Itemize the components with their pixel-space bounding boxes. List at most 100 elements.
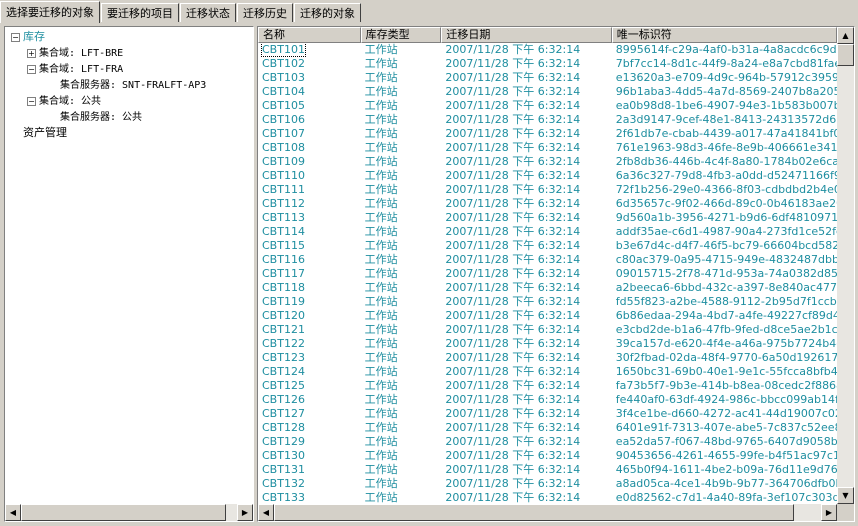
cell-migration-date: 2007/11/28 下午 6:32:14 [445,211,581,224]
table-row[interactable]: CBT113 工作站 2007/11/28 下午 6:32:14 9d560a1b-3… [258,211,837,225]
table-row[interactable]: CBT132 工作站 2007/11/28 下午 6:32:14 a8ad05ca-4… [258,477,837,491]
table-row[interactable]: CBT104 工作站 2007/11/28 下午 6:32:14 96b1aba3-4… [258,85,837,99]
tab-migration-status[interactable]: 迁移状态 [180,3,236,22]
scroll-thumb[interactable] [274,504,794,521]
cell-migration-date: 2007/11/28 下午 6:32:14 [445,127,581,140]
table-row[interactable]: CBT128 工作站 2007/11/28 下午 6:32:14 6401e91f-7… [258,421,837,435]
cell-inventory-type: 工作站 [364,113,398,126]
tab-migration-history[interactable]: 迁移历史 [237,3,293,22]
collapse-icon[interactable]: − [27,64,36,74]
grid-rows: CBT101 工作站 2007/11/28 下午 6:32:14 8995614f-c… [258,43,837,504]
scroll-thumb[interactable] [21,504,226,521]
table-row[interactable]: CBT122 工作站 2007/11/28 下午 6:32:14 39ca157d-e… [258,337,837,351]
cell-migration-date: 2007/11/28 下午 6:32:14 [445,267,581,280]
column-header-unique-id[interactable]: 唯一标识符 [611,27,837,43]
cell-inventory-type: 工作站 [364,197,398,210]
cell-migration-date: 2007/11/28 下午 6:32:14 [445,449,581,462]
cell-unique-id: 09015715-2f78-471d-953a-74a0382d85f1 [615,267,837,280]
table-row[interactable]: CBT120 工作站 2007/11/28 下午 6:32:14 6b86edaa-2… [258,309,837,323]
cell-inventory-type: 工作站 [364,57,398,70]
scroll-left-icon[interactable]: ◀ [5,504,21,521]
cell-inventory-type: 工作站 [364,435,398,448]
tree-node-domain-public[interactable]: − 集合域: 公共 [27,93,101,109]
table-row[interactable]: CBT130 工作站 2007/11/28 下午 6:32:14 90453656-4… [258,449,837,463]
table-row[interactable]: CBT119 工作站 2007/11/28 下午 6:32:14 fd55f823-a… [258,295,837,309]
column-header-name[interactable]: 名称 [258,27,361,43]
cell-migration-date: 2007/11/28 下午 6:32:14 [445,463,581,476]
inventory-tree-pane: − 库存 + 集合域: LFT-BRE − 集合域: LFT-FRA 集合服务器: S… [4,26,254,522]
grid-horizontal-scrollbar[interactable]: ◀ ▶ [258,504,837,521]
tab-migrated-objects[interactable]: 迁移的对象 [294,3,361,22]
cell-unique-id: e13620a3-e709-4d9c-964b-57912c395982 [615,71,837,84]
scroll-up-icon[interactable]: ▲ [837,27,854,44]
table-row[interactable]: CBT110 工作站 2007/11/28 下午 6:32:14 6a36c327-7… [258,169,837,183]
table-row[interactable]: CBT103 工作站 2007/11/28 下午 6:32:14 e13620a3-e… [258,71,837,85]
collapse-icon[interactable]: − [27,96,36,106]
tree-node-domain-bre[interactable]: + 集合域: LFT-BRE [27,45,123,61]
table-row[interactable]: CBT112 工作站 2007/11/28 下午 6:32:14 6d35657c-9… [258,197,837,211]
cell-inventory-type: 工作站 [364,99,398,112]
cell-migration-date: 2007/11/28 下午 6:32:14 [445,365,581,378]
table-row[interactable]: CBT107 工作站 2007/11/28 下午 6:32:14 2f61db7e-c… [258,127,837,141]
cell-inventory-type: 工作站 [364,239,398,252]
column-header-inventory-type[interactable]: 库存类型 [360,27,442,43]
cell-migration-date: 2007/11/28 下午 6:32:14 [445,337,581,350]
tree-node-server-fra[interactable]: 集合服务器: SNT-FRALFT-AP3 [60,77,206,93]
cell-unique-id: addf35ae-c6d1-4987-90a4-273fd1ce52fc [615,225,837,238]
table-row[interactable]: CBT106 工作站 2007/11/28 下午 6:32:14 2a3d9147-9… [258,113,837,127]
tab-items-to-migrate[interactable]: 要迁移的项目 [101,3,179,22]
cell-inventory-type: 工作站 [364,407,398,420]
tab-select-objects[interactable]: 选择要迁移的对象 [0,1,100,23]
table-row[interactable]: CBT116 工作站 2007/11/28 下午 6:32:14 c80ac379-0… [258,253,837,267]
tree-node-domain-fra[interactable]: − 集合域: LFT-FRA [27,61,123,77]
table-row[interactable]: CBT102 工作站 2007/11/28 下午 6:32:14 7bf7cc14-8… [258,57,837,71]
cell-unique-id: a8ad05ca-4ce1-4b9b-9b77-364706dfb0bb [615,477,837,490]
table-row[interactable]: CBT129 工作站 2007/11/28 下午 6:32:14 ea52da57-f… [258,435,837,449]
tree-node-inventory[interactable]: − 库存 [11,29,45,45]
scroll-down-icon[interactable]: ▼ [837,487,854,504]
cell-unique-id: 465b0f94-1611-4be2-b09a-76d11e9d768a [615,463,837,476]
grid-header: 名称 库存类型 迁移日期 唯一标识符 [258,27,837,43]
tree-horizontal-scrollbar[interactable]: ◀ ▶ [5,504,253,521]
cell-migration-date: 2007/11/28 下午 6:32:14 [445,141,581,154]
cell-name: CBT110 [262,169,305,182]
table-row[interactable]: CBT114 工作站 2007/11/28 下午 6:32:14 addf35ae-c… [258,225,837,239]
scroll-thumb[interactable] [837,44,854,66]
table-row[interactable]: CBT126 工作站 2007/11/28 下午 6:32:14 fe440af0-6… [258,393,837,407]
cell-unique-id: ea52da57-f067-48bd-9765-6407d9058bed [615,435,837,448]
tab-strip: 选择要迁移的对象 要迁移的项目 迁移状态 迁移历史 迁移的对象 [0,0,858,23]
cell-name: CBT120 [262,309,305,322]
table-row[interactable]: CBT124 工作站 2007/11/28 下午 6:32:14 1650bc31-6… [258,365,837,379]
cell-migration-date: 2007/11/28 下午 6:32:14 [445,169,581,182]
table-row[interactable]: CBT118 工作站 2007/11/28 下午 6:32:14 a2beeca6-6… [258,281,837,295]
table-row[interactable]: CBT101 工作站 2007/11/28 下午 6:32:14 8995614f-c… [258,43,837,57]
table-row[interactable]: CBT133 工作站 2007/11/28 下午 6:32:14 e0d82562-c… [258,491,837,504]
cell-migration-date: 2007/11/28 下午 6:32:14 [445,491,581,504]
scroll-left-icon[interactable]: ◀ [258,504,274,521]
table-row[interactable]: CBT105 工作站 2007/11/28 下午 6:32:14 ea0b98d8-1… [258,99,837,113]
table-row[interactable]: CBT121 工作站 2007/11/28 下午 6:32:14 e3cbd2de-b… [258,323,837,337]
scroll-right-icon[interactable]: ▶ [821,504,837,521]
table-row[interactable]: CBT117 工作站 2007/11/28 下午 6:32:14 09015715-2… [258,267,837,281]
table-row[interactable]: CBT108 工作站 2007/11/28 下午 6:32:14 761e1963-9… [258,141,837,155]
expand-icon[interactable]: + [27,48,36,58]
table-row[interactable]: CBT123 工作站 2007/11/28 下午 6:32:14 30f2fbad-0… [258,351,837,365]
tree-node-server-public[interactable]: 集合服务器: 公共 [60,109,142,125]
table-row[interactable]: CBT109 工作站 2007/11/28 下午 6:32:14 2fb8db36-4… [258,155,837,169]
cell-unique-id: ea0b98d8-1be6-4907-94e3-1b583b007b7c [615,99,837,112]
table-row[interactable]: CBT127 工作站 2007/11/28 下午 6:32:14 3f4ce1be-d… [258,407,837,421]
table-row[interactable]: CBT131 工作站 2007/11/28 下午 6:32:14 465b0f94-1… [258,463,837,477]
grid-vertical-scrollbar[interactable]: ▲ ▼ [837,27,854,504]
table-row[interactable]: CBT125 工作站 2007/11/28 下午 6:32:14 fa73b5f7-9… [258,379,837,393]
table-row[interactable]: CBT115 工作站 2007/11/28 下午 6:32:14 b3e67d4c-d… [258,239,837,253]
cell-inventory-type: 工作站 [364,169,398,182]
cell-unique-id: a2beeca6-6bbd-432c-a397-8e840ac47799 [615,281,837,294]
column-header-migration-date[interactable]: 迁移日期 [441,27,612,43]
tree-node-asset-management[interactable]: 资产管理 [23,125,67,141]
collapse-icon[interactable]: − [11,32,20,42]
scroll-right-icon[interactable]: ▶ [237,504,253,521]
cell-unique-id: 30f2fbad-02da-48f4-9770-6a50d1926179 [615,351,837,364]
cell-name: CBT125 [262,379,305,392]
table-row[interactable]: CBT111 工作站 2007/11/28 下午 6:32:14 72f1b256-2… [258,183,837,197]
cell-inventory-type: 工作站 [364,85,398,98]
